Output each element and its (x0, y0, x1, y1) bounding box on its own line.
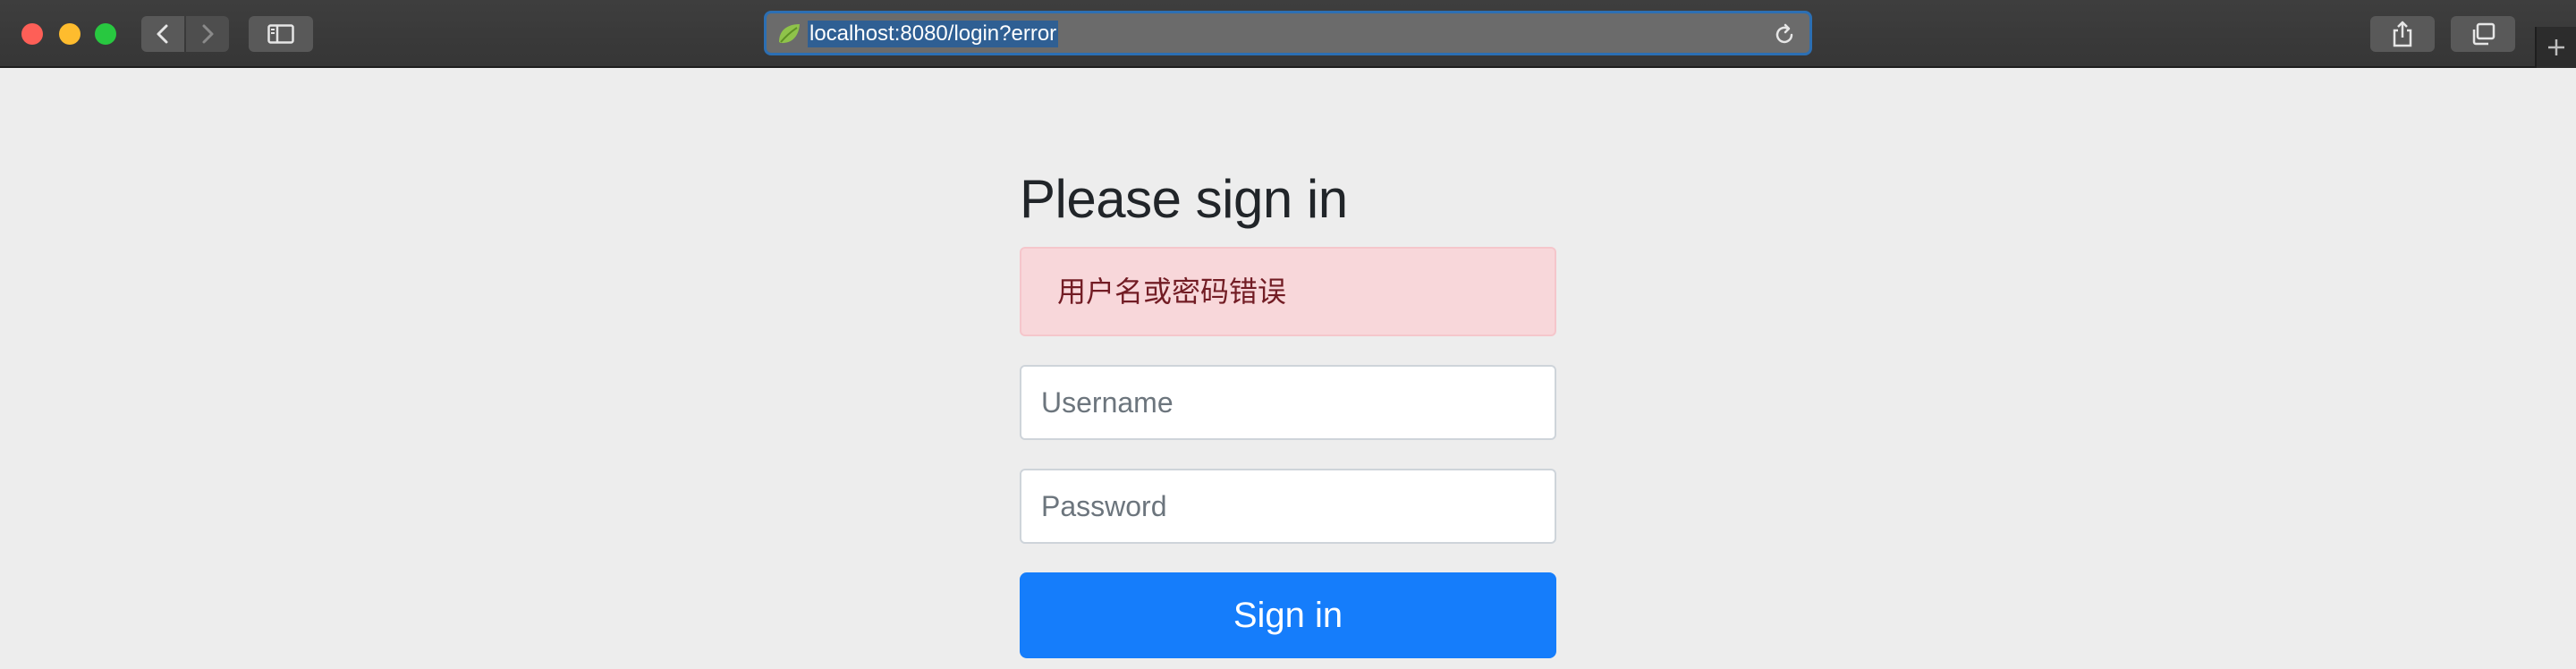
new-tab-button[interactable] (2535, 27, 2576, 68)
username-input[interactable] (1020, 365, 1556, 440)
back-button[interactable] (141, 16, 184, 52)
password-input[interactable] (1020, 469, 1556, 544)
address-bar[interactable]: localhost:8080/login?error (764, 11, 1812, 55)
page-title: Please sign in (1020, 169, 1348, 229)
login-form: Please sign in 用户名或密码错误 Sign in (1020, 152, 1556, 658)
close-window-button[interactable] (21, 23, 43, 45)
tabs-overview-icon (2472, 22, 2496, 46)
sidebar-toggle-button[interactable] (249, 16, 313, 52)
browser-toolbar: localhost:8080/login?error (0, 0, 2576, 68)
forward-button[interactable] (186, 16, 229, 52)
share-button[interactable] (2370, 16, 2435, 52)
chevron-left-icon (157, 24, 168, 44)
plus-icon (2548, 39, 2564, 55)
sign-in-button[interactable]: Sign in (1020, 572, 1556, 658)
zoom-window-button[interactable] (95, 23, 116, 45)
chevron-right-icon (202, 24, 214, 44)
spring-leaf-icon (779, 24, 800, 44)
sidebar-icon (267, 24, 294, 44)
tab-overview-button[interactable] (2451, 16, 2515, 52)
share-icon (2393, 21, 2412, 47)
minimize-window-button[interactable] (59, 23, 80, 45)
reload-icon[interactable] (1772, 22, 1797, 47)
url-text[interactable]: localhost:8080/login?error (808, 21, 1059, 47)
error-alert: 用户名或密码错误 (1020, 247, 1556, 336)
